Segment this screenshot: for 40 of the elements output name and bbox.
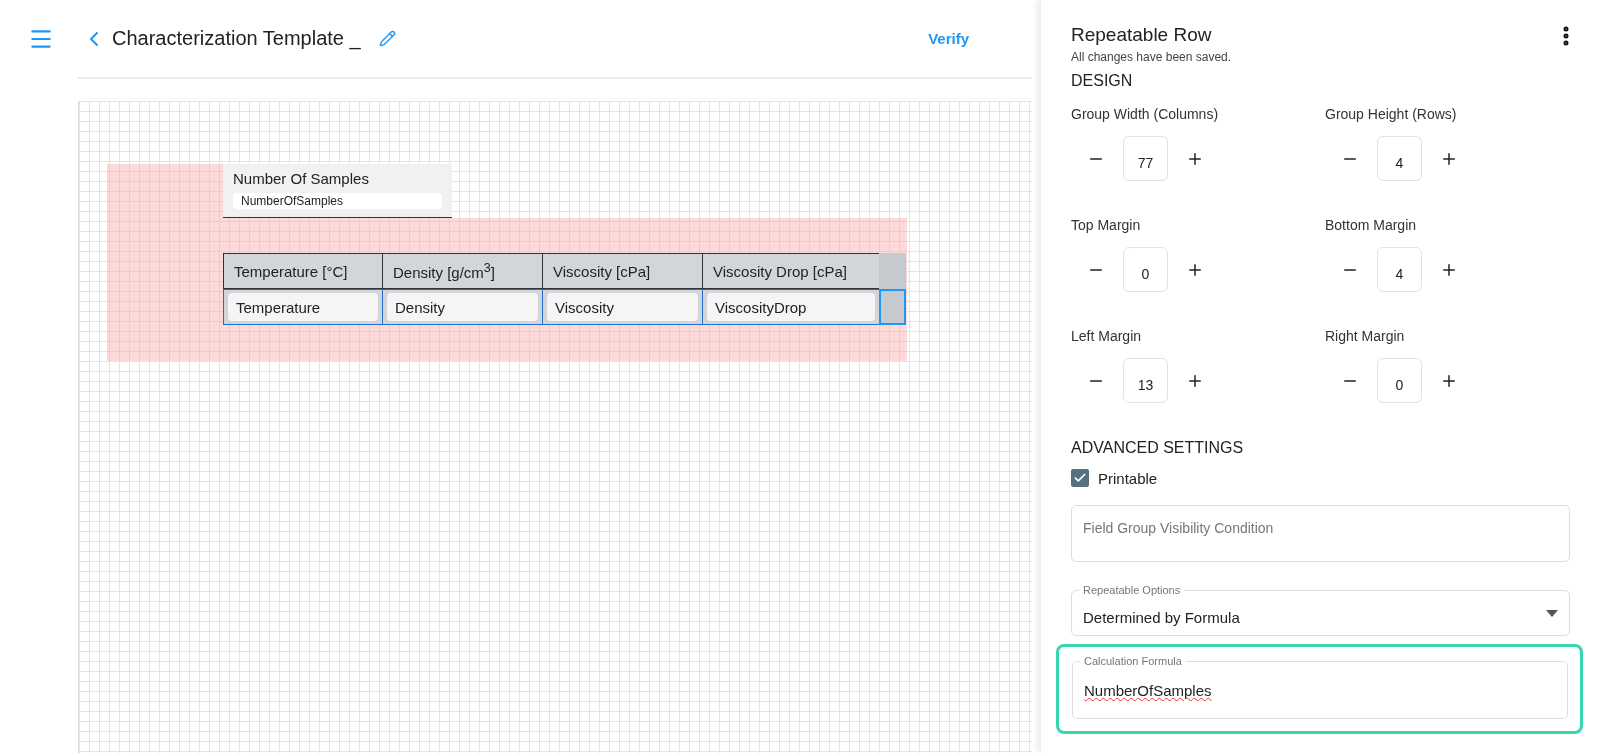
stepper-value[interactable]: 4 xyxy=(1377,247,1422,292)
stepper-value[interactable]: 0 xyxy=(1123,247,1168,292)
column-header: Density [g/cm$^{3}$] xyxy=(382,253,543,289)
field-legend: Calculation Formula xyxy=(1080,655,1186,667)
section-heading: DESIGN xyxy=(1071,72,1134,90)
formula-value: NumberOfSamples xyxy=(1084,681,1213,699)
stepper-label: Bottom Margin xyxy=(1325,217,1418,233)
cell-input[interactable]: Density xyxy=(387,293,538,321)
stepper-value[interactable]: 4 xyxy=(1377,136,1422,181)
field-label: Number Of Samples xyxy=(233,170,370,187)
section-heading: ADVANCED SETTINGS xyxy=(1071,439,1245,457)
stepper-label: Right Margin xyxy=(1325,328,1406,344)
stepper-label: Group Height (Rows) xyxy=(1325,106,1458,122)
cell-input[interactable]: Viscosity xyxy=(547,293,698,321)
stepper-value[interactable]: 77 xyxy=(1123,136,1168,181)
field-value: NumberOfSamples xyxy=(233,193,442,209)
pencil-icon[interactable] xyxy=(378,30,396,47)
stepper-value[interactable]: 0 xyxy=(1377,358,1422,403)
visibility-condition-field[interactable]: Field Group Visibility Condition xyxy=(1071,505,1570,562)
cell-input[interactable]: ViscosityDrop xyxy=(707,293,875,321)
column-header: Viscosity Drop [cPa] xyxy=(702,253,880,289)
dropdown-triangle-icon xyxy=(1546,609,1558,617)
field-legend: Repeatable Options xyxy=(1079,584,1185,596)
panel-title: Repeatable Row xyxy=(1071,24,1213,46)
select-value: Determined by Formula xyxy=(1083,607,1241,626)
number-field[interactable]: Number Of Samples NumberOfSamples xyxy=(223,164,452,218)
stepper-label: Top Margin xyxy=(1071,217,1142,233)
stepper-label: Left Margin xyxy=(1071,328,1143,344)
stepper-label: Group Width (Columns) xyxy=(1071,106,1220,122)
extra-column-header xyxy=(879,253,906,289)
check-icon xyxy=(1073,471,1087,485)
template-title: Characterization Template _ xyxy=(112,27,361,50)
cell-input[interactable]: Temperature xyxy=(228,293,378,321)
selected-cell[interactable] xyxy=(879,289,906,325)
printable-checkbox[interactable] xyxy=(1071,469,1089,487)
column-header: Viscosity [cPa] xyxy=(542,253,703,289)
column-header: Temperature [°C] xyxy=(223,253,383,289)
stepper-value[interactable]: 13 xyxy=(1123,358,1168,403)
save-status: All changes have been saved. xyxy=(1071,50,1233,64)
checkbox-label: Printable xyxy=(1098,469,1158,487)
